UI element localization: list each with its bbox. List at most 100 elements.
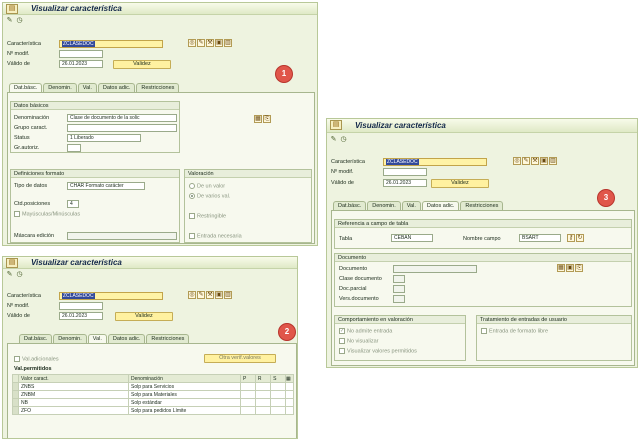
caracteristica-field[interactable]: ZCLASEDOC — [59, 292, 163, 300]
nombre-field[interactable]: BSART — [519, 234, 561, 242]
tab-restricciones[interactable]: Restricciones — [136, 83, 180, 92]
tab-denomin[interactable]: Denomin. — [43, 83, 77, 92]
visualizar-checkbox[interactable]: Visualizar valores permitidos — [339, 348, 417, 354]
val-adicionales-checkbox[interactable]: Val.adicionales — [14, 356, 59, 362]
validez-button[interactable]: Validez — [115, 312, 173, 321]
tab-datos-adic[interactable]: Datos adic. — [421, 201, 460, 210]
tab-val[interactable]: Val. — [87, 334, 107, 343]
mascara-field[interactable] — [67, 232, 177, 240]
clock-icon[interactable]: ◷ — [15, 270, 24, 279]
edit-icon[interactable]: ✎ — [522, 157, 530, 165]
caracteristica-field[interactable]: ZCLASEDOC — [59, 40, 163, 48]
object-icon[interactable]: ▣ — [215, 39, 223, 47]
tab-dat-basc[interactable]: Dat.básc. — [333, 201, 367, 210]
table-row[interactable]: ZNBM Solp para Materiales — [12, 390, 294, 399]
delete-icon[interactable]: ▥ — [224, 39, 232, 47]
tab-dat-basc[interactable]: Dat.básc. — [9, 83, 43, 92]
table-row[interactable]: NB Solp estándar — [12, 398, 294, 407]
valido-label: Válido de — [331, 180, 354, 186]
validez-button[interactable]: Validez — [113, 60, 171, 69]
table-row[interactable]: ZNBS Solp para Servicios — [12, 382, 294, 391]
tab-datos-adic[interactable]: Datos adic. — [107, 334, 146, 343]
version-field[interactable] — [393, 295, 405, 303]
tabla-field[interactable]: CEBAN — [391, 234, 433, 242]
group-header: Comportamiento en valoración — [335, 316, 465, 324]
entrada-checkbox[interactable]: Entrada necesaria — [189, 233, 242, 239]
clock-icon[interactable]: ◷ — [15, 16, 24, 25]
delete-icon[interactable]: ▥ — [549, 157, 557, 165]
formato-libre-checkbox[interactable]: Entrada de formato libre — [481, 328, 548, 334]
valido-field[interactable]: 26.01.2023 — [383, 179, 427, 187]
pencil-icon[interactable]: ✎ — [5, 270, 14, 279]
refresh-icon[interactable]: ↻ — [576, 234, 584, 242]
column-header[interactable]: R — [254, 374, 272, 383]
caracteristica-label: Característica — [7, 41, 41, 47]
restringible-checkbox[interactable]: Restringible — [189, 213, 226, 219]
tool-icon[interactable]: ⚒ — [206, 39, 214, 47]
image-icon[interactable]: ▣ — [566, 264, 574, 272]
tab-val[interactable]: Val. — [401, 201, 421, 210]
column-header[interactable]: P — [240, 374, 256, 383]
no-visualizar-checkbox[interactable]: No visualizar — [339, 338, 378, 344]
tool-icon[interactable]: ⚒ — [531, 157, 539, 165]
tab-denomin[interactable]: Denomin. — [367, 201, 401, 210]
pencil-icon[interactable]: ✎ — [329, 135, 338, 144]
modif-field[interactable] — [59, 50, 103, 58]
link-icon[interactable]: ⎘ — [263, 115, 271, 123]
un-valor-radio[interactable]: De un valor — [189, 183, 225, 189]
valido-field[interactable]: 26.01.2023 — [59, 312, 103, 320]
tool-icon[interactable]: ⚒ — [206, 291, 214, 299]
validez-button[interactable]: Validez — [431, 179, 489, 188]
status-field[interactable]: 1 Liberado — [67, 134, 141, 142]
doc-field[interactable] — [393, 265, 477, 273]
display-icon[interactable]: ◎ — [513, 157, 521, 165]
table-header: Valor caract. Denominación P R S ▦ — [12, 374, 294, 383]
modif-field[interactable] — [383, 168, 427, 176]
object-icon[interactable]: ▣ — [215, 291, 223, 299]
document-icon[interactable]: ▦ — [557, 264, 565, 272]
delete-icon[interactable]: ▥ — [224, 291, 232, 299]
tab-val[interactable]: Val. — [77, 83, 97, 92]
clase-field[interactable] — [393, 275, 405, 283]
toolbar: ✎ ◷ — [5, 16, 25, 26]
denominacion-field[interactable]: Clase de documento de la solic — [67, 114, 177, 122]
otra-verif-button[interactable]: Otra verif.valores — [204, 354, 276, 363]
toolbar: ✎ ◷ — [329, 135, 349, 145]
edit-icon[interactable]: ✎ — [197, 291, 205, 299]
tab-datos-adic[interactable]: Datos adic. — [97, 83, 136, 92]
object-icon[interactable]: ▣ — [540, 157, 548, 165]
tab-restricciones[interactable]: Restricciones — [146, 334, 190, 343]
copy-icon[interactable]: ⎘ — [575, 264, 583, 272]
column-header[interactable]: Denominación — [128, 374, 241, 383]
key-icon[interactable]: ⚷ — [567, 234, 575, 242]
toolbar: ✎ ◷ — [5, 270, 25, 280]
grupo-field[interactable] — [67, 124, 177, 132]
mayus-checkbox[interactable]: Mayúsculas/Minúsculas — [14, 211, 80, 217]
valido-field[interactable]: 26.01.2023 — [59, 60, 103, 68]
grautori-field[interactable] — [67, 144, 81, 152]
app-icon: ▤ — [6, 4, 18, 14]
parcial-field[interactable] — [393, 285, 405, 293]
pencil-icon[interactable]: ✎ — [5, 16, 14, 25]
clock-icon[interactable]: ◷ — [339, 135, 348, 144]
modif-field[interactable] — [59, 302, 103, 310]
posiciones-field[interactable]: 4 — [67, 200, 79, 208]
no-admite-checkbox[interactable]: ✓ No admite entrada — [339, 328, 392, 334]
checkbox-icon — [14, 356, 20, 362]
tab-restricciones[interactable]: Restricciones — [460, 201, 504, 210]
column-header[interactable]: S — [270, 374, 286, 383]
caracteristica-field[interactable]: ZCLASEDOC — [383, 158, 487, 166]
display-icon[interactable]: ◎ — [188, 39, 196, 47]
tab-denomin[interactable]: Denomin. — [53, 334, 87, 343]
checkbox-icon — [339, 338, 345, 344]
edit-icon[interactable]: ✎ — [197, 39, 205, 47]
display-icon[interactable]: ◎ — [188, 291, 196, 299]
document-icon[interactable]: ▦ — [254, 115, 262, 123]
header-icons: ◎ ✎ ⚒ ▣ ▥ — [188, 291, 233, 300]
varios-radio[interactable]: De varios val. — [189, 193, 230, 199]
table-row[interactable]: ZFO Solp para pedidos Límite — [12, 406, 294, 415]
tipo-field[interactable]: CHAR Formato carácter — [67, 182, 145, 190]
tab-dat-basc[interactable]: Dat.básc. — [19, 334, 53, 343]
column-header[interactable]: Valor caract. — [18, 374, 129, 383]
table-settings-icon[interactable]: ▦ — [285, 374, 294, 383]
